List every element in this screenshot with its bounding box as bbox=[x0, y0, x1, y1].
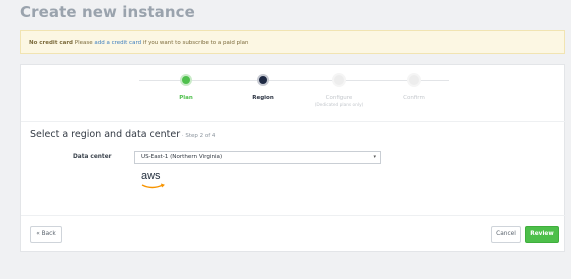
datacenter-label: Data center bbox=[73, 154, 112, 160]
step-plan-label: Plan bbox=[179, 95, 193, 101]
stepper: Plan Region Configure (Dedicated plans o… bbox=[21, 65, 566, 125]
chevron-down-icon: ▾ bbox=[373, 154, 376, 160]
footer-divider bbox=[21, 215, 566, 216]
step-region-active-dot bbox=[257, 74, 269, 86]
back-button[interactable]: « Back bbox=[30, 226, 62, 243]
step-confirm-label: Confirm bbox=[403, 95, 425, 101]
cancel-button[interactable]: Cancel bbox=[491, 226, 521, 243]
step-plan-done-dot bbox=[180, 74, 192, 86]
alert-text-after: if you want to subscribe to a paid plan bbox=[141, 40, 249, 46]
datacenter-select[interactable]: US-East-1 (Northern Virginia) ▾ bbox=[134, 151, 381, 164]
step-region-label: Region bbox=[252, 95, 274, 101]
step-configure-label: Configure bbox=[325, 95, 353, 101]
review-button[interactable]: Review bbox=[525, 226, 559, 243]
section-title: Select a region and data center · Step 2… bbox=[30, 129, 215, 140]
add-credit-card-link[interactable]: add a credit card bbox=[94, 40, 141, 46]
step-info: · Step 2 of 4 bbox=[180, 133, 216, 139]
alert-text-before: Please bbox=[73, 40, 95, 46]
page: Create new instance No credit card Pleas… bbox=[11, 0, 571, 279]
stepper-divider bbox=[21, 121, 566, 122]
aws-smile-icon bbox=[141, 183, 165, 189]
no-credit-card-alert: No credit card Please add a credit card … bbox=[20, 30, 565, 54]
aws-logo: aws bbox=[139, 170, 169, 190]
step-confirm-dot bbox=[407, 73, 421, 87]
step-configure-sub: (Dedicated plans only) bbox=[314, 103, 364, 108]
datacenter-selected-value: US-East-1 (Northern Virginia) bbox=[141, 154, 223, 160]
wizard-card: Plan Region Configure (Dedicated plans o… bbox=[20, 64, 566, 252]
page-title: Create new instance bbox=[20, 3, 195, 21]
step-configure-dot bbox=[332, 73, 346, 87]
section-title-text: Select a region and data center bbox=[30, 129, 181, 140]
alert-strong: No credit card bbox=[29, 40, 73, 46]
